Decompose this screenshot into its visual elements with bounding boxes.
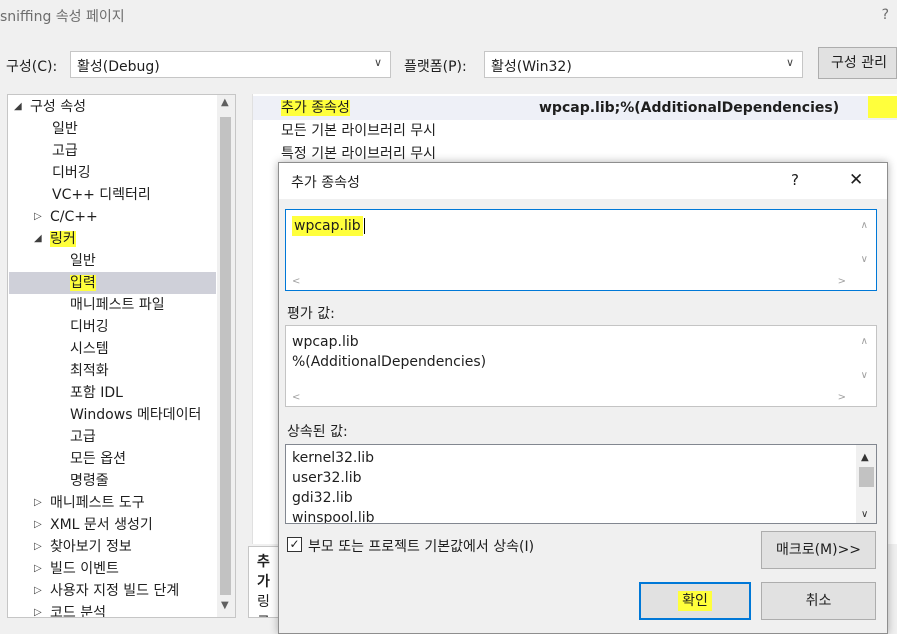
inherited-scrollbar[interactable]: ▲ ∨	[856, 445, 876, 523]
scroll-thumb[interactable]	[220, 117, 231, 595]
grid-row-name[interactable]: 추가 종속성	[281, 97, 350, 119]
tree-item[interactable]: 디버깅	[70, 316, 109, 338]
config-label: 구성(C):	[6, 59, 58, 75]
highlight-mark	[868, 96, 897, 118]
tree-item[interactable]: 디버깅	[52, 162, 91, 184]
close-icon[interactable]: ✕	[849, 170, 863, 190]
scroll-left-icon[interactable]: <	[292, 388, 300, 408]
ok-button[interactable]: 확인	[639, 582, 751, 620]
inherited-label: 상속된 값:	[287, 424, 348, 440]
collapsed-arrow-icon: ▷	[34, 607, 42, 618]
collapsed-arrow-icon: ▷	[34, 497, 42, 508]
scroll-down-icon[interactable]: ∨	[861, 505, 868, 523]
scroll-up-icon[interactable]: ∧	[861, 216, 868, 236]
tree-scrollbar[interactable]: ▲ ▼	[217, 95, 235, 617]
config-manager-button[interactable]: 구성 관리	[818, 47, 897, 79]
evaluated-value-box: wpcap.lib %(AdditionalDependencies) ∧ ∨ …	[285, 325, 877, 407]
cancel-button[interactable]: 취소	[761, 582, 876, 620]
tree-item[interactable]: ▷ 코드 분석	[32, 602, 106, 618]
dialog-help-button[interactable]: ?	[791, 171, 799, 189]
tree-item-input-selected[interactable]: 입력	[9, 272, 216, 294]
collapsed-arrow-icon: ▷	[34, 563, 42, 574]
scroll-up-icon[interactable]: ▲	[221, 97, 229, 108]
inherit-checkbox[interactable]: ✓	[287, 537, 302, 552]
chevron-down-icon: ∨	[785, 56, 794, 69]
macro-button[interactable]: 매크로(M)>>	[761, 531, 876, 569]
tree-item[interactable]: 최적화	[70, 360, 109, 382]
tree-item[interactable]: 고급	[70, 426, 96, 448]
tree-item[interactable]: ▷ 찾아보기 정보	[32, 536, 132, 558]
tree-item[interactable]: 명령줄	[70, 470, 109, 492]
platform-combo[interactable]: 활성(Win32) ∨	[484, 51, 803, 78]
scroll-right-icon[interactable]: >	[838, 388, 846, 408]
config-combo-value: 활성(Debug)	[77, 59, 160, 75]
inherit-checkbox-label[interactable]: 부모 또는 프로젝트 기본값에서 상속(I)	[308, 536, 534, 556]
config-combo[interactable]: 활성(Debug) ∨	[70, 51, 391, 78]
scroll-right-icon[interactable]: >	[838, 272, 846, 292]
tree-item[interactable]: 모든 옵션	[70, 448, 126, 470]
grid-row-value[interactable]: wpcap.lib;%(AdditionalDependencies)	[539, 97, 839, 119]
tree-item[interactable]: 매니페스트 파일	[70, 294, 165, 316]
inherited-line: gdi32.lib	[292, 490, 353, 506]
expanded-arrow-icon: ◢	[14, 101, 22, 112]
tree-item[interactable]: 고급	[52, 140, 78, 162]
scroll-left-icon[interactable]: <	[292, 272, 300, 292]
platform-combo-value: 활성(Win32)	[491, 59, 572, 75]
scroll-up-icon[interactable]: ▲	[861, 448, 869, 468]
text-cursor	[363, 218, 365, 234]
platform-label: 플랫폼(P):	[404, 59, 467, 75]
tree-item[interactable]: ▷ XML 문서 생성기	[32, 514, 153, 536]
collapsed-arrow-icon: ▷	[34, 211, 42, 222]
scroll-thumb[interactable]	[859, 467, 874, 487]
grid-row-name[interactable]: 모든 기본 라이브러리 무시	[281, 120, 436, 142]
help-button[interactable]: ?	[882, 7, 889, 23]
additional-dependencies-dialog: 추가 종속성 ? ✕ wpcap.lib ∧ ∨ < > 평가 값: wpcap…	[278, 162, 888, 634]
collapsed-arrow-icon: ▷	[34, 519, 42, 530]
collapsed-arrow-icon: ▷	[34, 541, 42, 552]
inherited-line: winspool.lib	[292, 510, 375, 524]
scroll-down-icon[interactable]: ▼	[221, 600, 229, 611]
tree-item[interactable]: 일반	[52, 118, 78, 140]
description-text: 링크	[257, 594, 270, 617]
dialog-title: 추가 종속성	[291, 175, 360, 191]
window-title: sniffing 속성 페이지	[0, 9, 125, 25]
description-title: 추가	[257, 554, 270, 590]
chevron-down-icon: ∨	[373, 56, 382, 69]
tree-item-linker[interactable]: ◢ 링커	[32, 228, 76, 250]
inherited-line: user32.lib	[292, 470, 362, 486]
evaluated-line: %(AdditionalDependencies)	[292, 354, 487, 370]
tree-root[interactable]: ◢ 구성 속성	[12, 96, 86, 118]
inherited-value-list[interactable]: kernel32.lib user32.lib gdi32.lib winspo…	[285, 444, 877, 524]
scroll-up-icon[interactable]: ∧	[861, 332, 868, 352]
tree-item[interactable]: 시스템	[70, 338, 109, 360]
scroll-down-icon[interactable]: ∨	[861, 366, 868, 386]
collapsed-arrow-icon: ▷	[34, 585, 42, 596]
tree-item[interactable]: ▷ 빌드 이벤트	[32, 558, 119, 580]
scroll-down-icon[interactable]: ∨	[861, 250, 868, 270]
property-tree: ◢ 구성 속성 일반 고급 디버깅 VC++ 디렉터리 ▷ C/C++ ◢ 링커…	[7, 94, 236, 618]
tree-item-cpp[interactable]: ▷ C/C++	[32, 206, 98, 228]
evaluated-label: 평가 값:	[287, 306, 335, 322]
expanded-arrow-icon: ◢	[34, 233, 42, 244]
evaluated-line: wpcap.lib	[292, 334, 359, 350]
tree-item[interactable]: ▷ 매니페스트 도구	[32, 492, 145, 514]
tree-item[interactable]: 일반	[70, 250, 96, 272]
inherited-line: kernel32.lib	[292, 450, 375, 466]
tree-item[interactable]: VC++ 디렉터리	[52, 184, 151, 206]
tree-item[interactable]: ▷ 사용자 지정 빌드 단계	[32, 580, 179, 602]
tree-item[interactable]: 포함 IDL	[70, 382, 123, 404]
dependency-input[interactable]: wpcap.lib ∧ ∨ < >	[285, 209, 877, 291]
tree-item[interactable]: Windows 메타데이터	[70, 404, 201, 426]
